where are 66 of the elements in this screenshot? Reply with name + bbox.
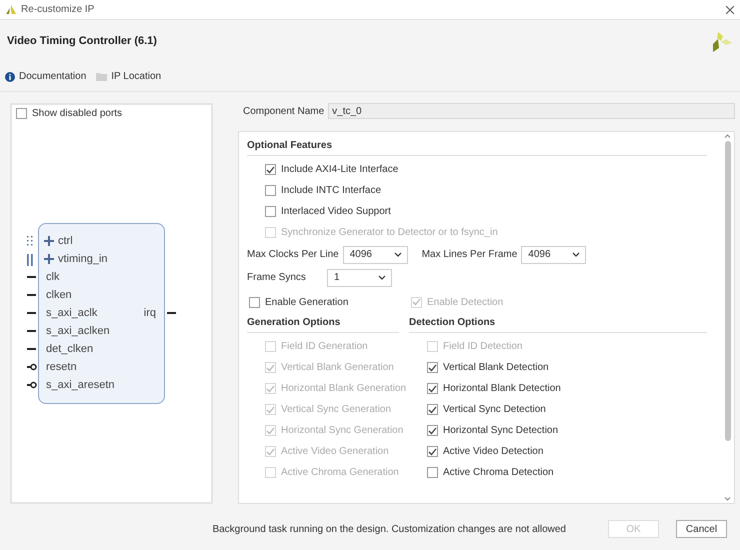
- checkbox-label[interactable]: Include AXI4-Lite Interface: [265, 164, 398, 175]
- port-label: irq: [144, 307, 156, 319]
- check-icon: [428, 426, 437, 434]
- port-label: vtiming_in: [58, 253, 108, 265]
- check-icon: [266, 364, 275, 372]
- check-icon: [266, 426, 275, 434]
- section-title: Detection Options: [409, 317, 707, 333]
- port-label: det_clken: [46, 343, 94, 355]
- status-message: Background task running on the design. Customization changes are not allowed: [212, 524, 566, 534]
- checkbox-label[interactable]: Enable Generation: [249, 296, 411, 308]
- checkbox-label[interactable]: Vertical Blank Detection: [427, 362, 549, 373]
- check-icon: [428, 448, 437, 456]
- checkbox-label[interactable]: Active Video Detection: [427, 446, 544, 457]
- close-icon[interactable]: [726, 6, 734, 14]
- bus-connector-icon: [27, 254, 34, 266]
- checkbox-label[interactable]: Active Chroma Detection: [427, 467, 554, 478]
- check-icon: [266, 166, 275, 174]
- port-label: s_axi_aresetn: [46, 379, 114, 391]
- check-icon: [266, 384, 275, 392]
- check-icon: [428, 406, 437, 414]
- checkbox-label[interactable]: Show disabled ports: [16, 108, 207, 119]
- plus-icon[interactable]: [44, 254, 54, 264]
- field-label: Max Clocks Per Line: [247, 249, 340, 260]
- checkbox-label[interactable]: Horizontal Sync Detection: [427, 425, 558, 436]
- chevron-down-icon: [378, 275, 386, 280]
- port-label: s_axi_aclk: [46, 307, 98, 319]
- logo-icon: [6, 5, 16, 14]
- check-icon: [266, 406, 275, 414]
- section-title: Optional Features: [247, 140, 707, 156]
- logo-icon: [710, 30, 732, 52]
- field-label: Component Name: [243, 106, 324, 116]
- dialog-title: Video Timing Controller (6.1): [7, 35, 157, 47]
- port-label: resetn: [46, 361, 77, 373]
- chevron-up-icon[interactable]: [724, 134, 731, 138]
- dropdown[interactable]: 4096: [342, 246, 408, 264]
- port-label: clk: [46, 271, 60, 283]
- checkbox-label[interactable]: Horizontal Blank Detection: [427, 383, 561, 394]
- toolbar-link[interactable]: IP Location: [96, 71, 162, 82]
- dropdown[interactable]: 4096: [521, 246, 586, 264]
- check-icon: [266, 448, 275, 456]
- dotted-bus-connector-icon: [27, 236, 34, 247]
- dialog-button[interactable]: Cancel: [676, 520, 727, 538]
- chevron-down-icon: [394, 252, 402, 257]
- inverted-port-icon: [27, 362, 37, 372]
- window-title: Re-customize IP: [21, 4, 96, 15]
- field-label: Frame Syncs: [247, 272, 307, 283]
- port-label: s_axi_aclken: [46, 325, 110, 337]
- port-label: ctrl: [58, 235, 73, 247]
- component-name-field[interactable]: v_tc_0: [328, 103, 735, 119]
- chevron-down-icon[interactable]: [724, 497, 731, 501]
- checkbox-label[interactable]: Include INTC Interface: [265, 185, 382, 196]
- section-title: Generation Options: [247, 317, 399, 333]
- checkbox-label[interactable]: Interlaced Video Support: [265, 206, 391, 217]
- folder-icon: [96, 72, 108, 81]
- inverted-port-icon: [27, 380, 37, 390]
- dropdown[interactable]: 1: [327, 268, 392, 286]
- port-label: clken: [46, 289, 72, 301]
- check-icon: [428, 364, 437, 372]
- check-icon: [428, 384, 437, 392]
- chevron-down-icon: [572, 252, 580, 257]
- info-icon: [5, 72, 15, 82]
- toolbar-link[interactable]: Documentation: [5, 71, 86, 82]
- field-label: Max Lines Per Frame: [422, 249, 518, 260]
- checkbox-label[interactable]: Vertical Sync Detection: [427, 404, 546, 415]
- check-icon: [412, 298, 421, 306]
- plus-icon[interactable]: [44, 236, 54, 246]
